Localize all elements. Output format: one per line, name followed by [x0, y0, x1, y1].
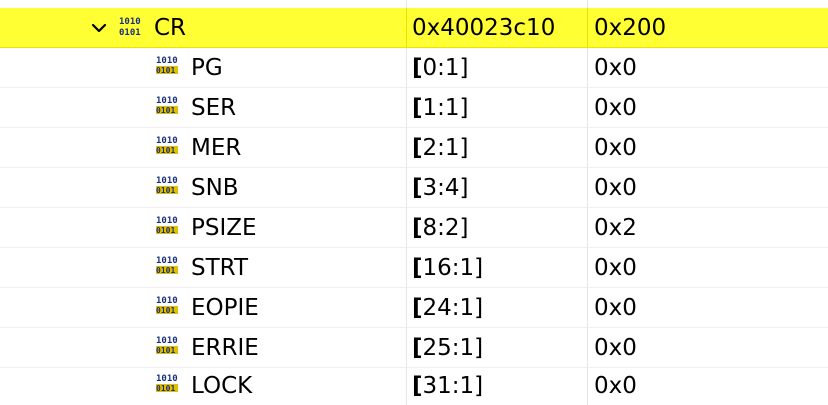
field-value[interactable]: 0x0 [594, 128, 637, 168]
svg-text:0101: 0101 [156, 106, 175, 115]
svg-text:1010: 1010 [156, 136, 178, 146]
binary-field-icon: 1010 0101 [156, 374, 178, 393]
field-row[interactable]: 1010 0101 LOCK [31:1] 0x0 [0, 368, 828, 405]
field-value[interactable]: 0x0 [594, 288, 637, 328]
svg-text:1010: 1010 [156, 374, 178, 384]
field-value[interactable]: 0x0 [594, 88, 637, 128]
field-name: MER [191, 135, 242, 161]
field-row[interactable]: 1010 0101 SNB [3:4] 0x0 [0, 168, 828, 208]
field-bit-range: [24:1] [412, 295, 484, 321]
field-value[interactable]: 0x0 [594, 368, 637, 405]
column-separator [587, 288, 588, 327]
column-separator [587, 88, 588, 127]
binary-field-icon: 1010 0101 [156, 96, 178, 115]
field-name: LOCK [191, 373, 253, 399]
register-tree: 1010 0101 CR 0x40023c10 0x200 1010 0101 … [0, 0, 828, 405]
binary-register-icon: 1010 0101 [119, 17, 141, 37]
column-separator [587, 168, 588, 207]
field-row[interactable]: 1010 0101 PG [0:1] 0x0 [0, 48, 828, 88]
field-name: ERRIE [191, 335, 259, 361]
field-bit-range: [8:2] [412, 215, 469, 241]
field-bit-range: [3:4] [412, 175, 469, 201]
svg-text:1010: 1010 [156, 296, 178, 306]
svg-text:0101: 0101 [156, 306, 175, 315]
field-row[interactable]: 1010 0101 MER [2:1] 0x0 [0, 128, 828, 168]
column-separator [406, 8, 407, 47]
binary-field-icon: 1010 0101 [156, 296, 178, 315]
svg-text:0101: 0101 [156, 384, 175, 393]
svg-text:0101: 0101 [119, 28, 141, 37]
svg-text:1010: 1010 [119, 17, 141, 27]
field-bit-range: [16:1] [412, 255, 484, 281]
column-separator [587, 368, 588, 405]
field-value[interactable]: 0x0 [594, 328, 637, 368]
field-row[interactable]: 1010 0101 PSIZE [8:2] 0x2 [0, 208, 828, 248]
column-separator [406, 48, 407, 87]
svg-text:0101: 0101 [156, 346, 175, 355]
column-separator [406, 288, 407, 327]
field-bit-range: [25:1] [412, 335, 484, 361]
svg-text:1010: 1010 [156, 96, 178, 106]
field-value[interactable]: 0x2 [594, 208, 637, 248]
field-bit-range: [0:1] [412, 55, 469, 81]
field-name: EOPIE [191, 295, 259, 321]
field-bit-range: [2:1] [412, 135, 469, 161]
register-address: 0x40023c10 [412, 15, 556, 41]
field-row[interactable]: 1010 0101 STRT [16:1] 0x0 [0, 248, 828, 288]
column-separator [406, 0, 407, 8]
column-separator [406, 328, 407, 367]
column-separator [406, 128, 407, 167]
binary-field-icon: 1010 0101 [156, 136, 178, 155]
register-name: CR [154, 15, 187, 41]
svg-text:1010: 1010 [156, 176, 178, 186]
binary-field-icon: 1010 0101 [156, 176, 178, 195]
svg-text:1010: 1010 [156, 336, 178, 346]
column-separator [587, 248, 588, 287]
previous-row-edge [0, 0, 828, 8]
column-separator [406, 168, 407, 207]
field-name: STRT [191, 255, 249, 281]
field-value[interactable]: 0x0 [594, 248, 637, 288]
binary-field-icon: 1010 0101 [156, 336, 178, 355]
field-value[interactable]: 0x0 [594, 48, 637, 88]
field-name: PSIZE [191, 215, 257, 241]
chevron-down-icon[interactable] [91, 20, 107, 36]
svg-text:0101: 0101 [156, 146, 175, 155]
register-value[interactable]: 0x200 [594, 8, 666, 48]
field-value[interactable]: 0x0 [594, 168, 637, 208]
register-row-cr[interactable]: 1010 0101 CR 0x40023c10 0x200 [0, 8, 828, 48]
column-separator [587, 128, 588, 167]
column-separator [406, 208, 407, 247]
field-row[interactable]: 1010 0101 EOPIE [24:1] 0x0 [0, 288, 828, 328]
field-bit-range: [31:1] [412, 373, 484, 399]
field-name: PG [191, 55, 223, 81]
field-bit-range: [1:1] [412, 95, 469, 121]
svg-text:0101: 0101 [156, 66, 175, 75]
binary-field-icon: 1010 0101 [156, 216, 178, 235]
column-separator [406, 368, 407, 405]
svg-text:0101: 0101 [156, 266, 175, 275]
column-separator [406, 248, 407, 287]
column-separator [587, 48, 588, 87]
column-separator [587, 328, 588, 367]
binary-field-icon: 1010 0101 [156, 56, 178, 75]
field-row[interactable]: 1010 0101 ERRIE [25:1] 0x0 [0, 328, 828, 368]
svg-text:1010: 1010 [156, 216, 178, 226]
binary-field-icon: 1010 0101 [156, 256, 178, 275]
column-separator [406, 88, 407, 127]
svg-text:0101: 0101 [156, 186, 175, 195]
svg-text:1010: 1010 [156, 256, 178, 266]
svg-text:1010: 1010 [156, 56, 178, 66]
column-separator [587, 0, 588, 8]
field-row[interactable]: 1010 0101 SER [1:1] 0x0 [0, 88, 828, 128]
column-separator [587, 208, 588, 247]
svg-text:0101: 0101 [156, 226, 175, 235]
field-name: SNB [191, 175, 239, 201]
column-separator [587, 8, 588, 47]
field-name: SER [191, 95, 237, 121]
